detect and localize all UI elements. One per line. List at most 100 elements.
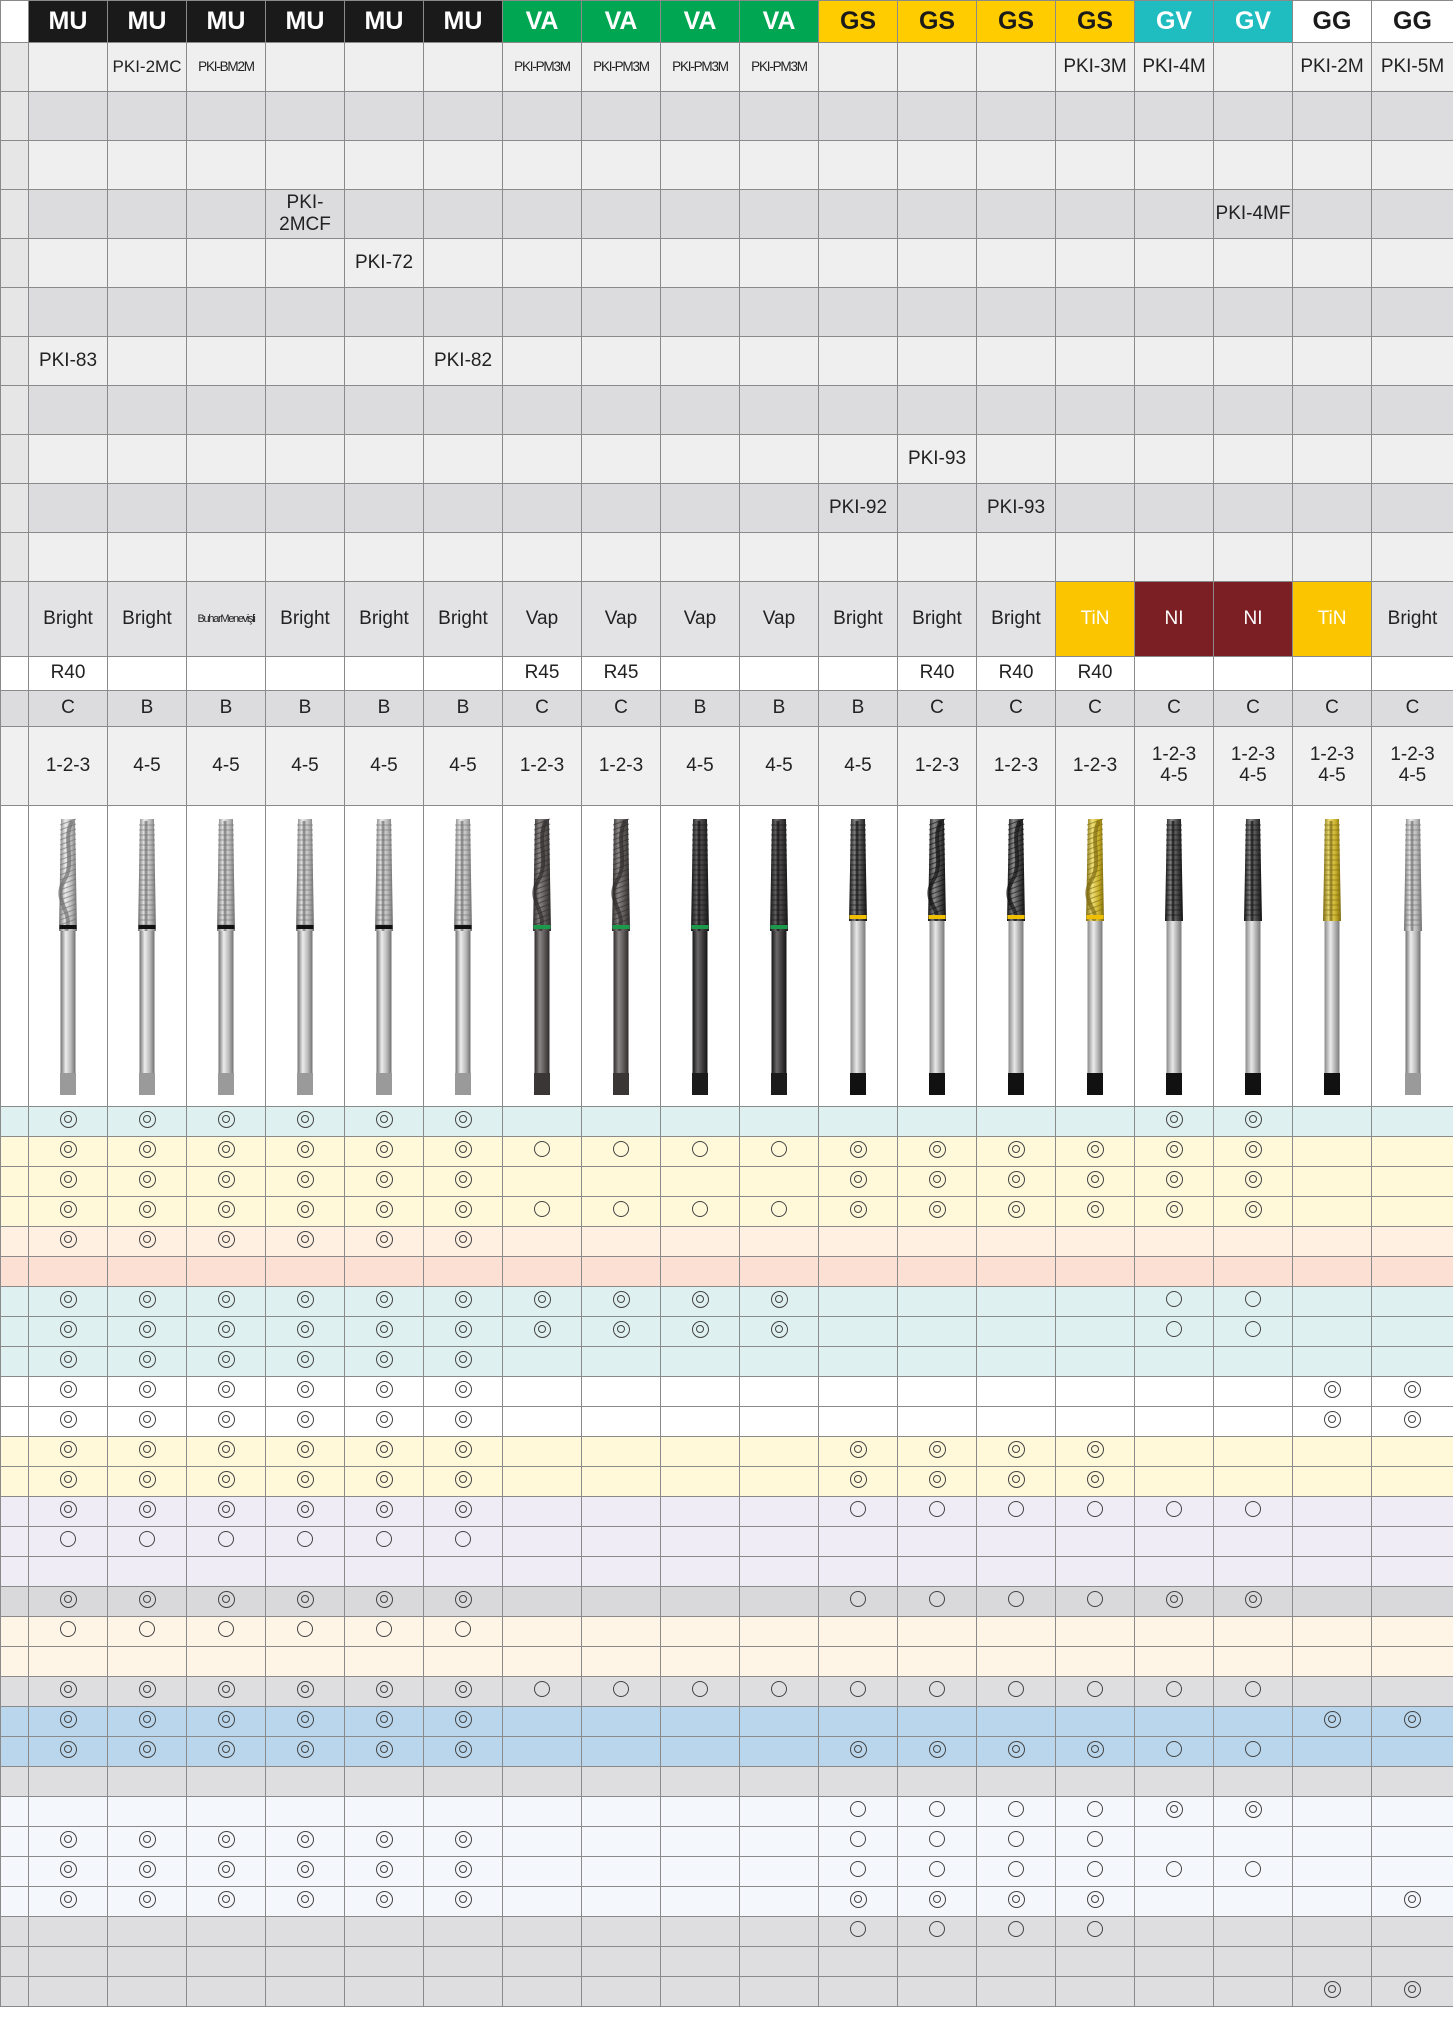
coating-cell: BuharMenevişli: [186, 581, 266, 657]
suitability-cell: [344, 1856, 424, 1887]
product-code-cell: [423, 532, 503, 582]
suitability-cell: [739, 1526, 819, 1557]
double-circle-icon: [296, 1470, 314, 1488]
circle-icon: [1166, 1861, 1182, 1878]
double-circle-icon: [928, 1140, 946, 1158]
product-code-cell: [581, 336, 661, 386]
circle-icon: [1245, 1741, 1261, 1758]
suitability-cell: [1213, 1376, 1293, 1407]
product-code-cell: [1055, 483, 1135, 533]
product-code-cell: [581, 238, 661, 288]
suitability-cell: [423, 1106, 503, 1137]
material-suitability-row: [0, 1766, 1453, 1797]
spiral-point-tap-icon: [849, 819, 867, 1095]
row-stub: [0, 1586, 29, 1617]
suitability-cell: [818, 1496, 898, 1527]
suitability-cell: [423, 1496, 503, 1527]
suitability-cell: [1213, 1586, 1293, 1617]
suitability-cell: [1213, 1526, 1293, 1557]
coating-cell: NI: [1134, 581, 1214, 657]
suitability-cell: [1134, 1346, 1214, 1377]
product-code-cell: PKI-4MF: [1213, 189, 1293, 239]
suitability-cell: [344, 1526, 424, 1557]
thread-length-cell: 1-2-3: [1055, 726, 1135, 806]
double-circle-icon: [59, 1440, 77, 1458]
double-circle-icon: [1404, 1380, 1421, 1398]
group-header-va: VA: [502, 0, 582, 43]
suitability-cell: [1055, 1736, 1135, 1767]
suitability-cell: [344, 1106, 424, 1137]
double-circle-icon: [59, 1110, 77, 1128]
circle-icon: [1087, 1861, 1103, 1878]
suitability-cell: [107, 1286, 187, 1317]
product-code-cell: [265, 532, 345, 582]
suitability-cell: [739, 1256, 819, 1287]
chamfer-cell: B: [107, 690, 187, 727]
row-stub: [0, 1466, 29, 1497]
coating-cell: Bright: [897, 581, 977, 657]
suitability-cell: [581, 1856, 661, 1887]
suitability-cell: [1055, 1466, 1135, 1497]
suitability-cell: [265, 1436, 345, 1467]
double-circle-icon: [138, 1740, 156, 1758]
helix-angle-cell: [660, 656, 740, 691]
suitability-cell: [423, 1616, 503, 1647]
product-code-cell: [265, 140, 345, 190]
double-circle-icon: [454, 1710, 472, 1728]
suitability-cell: [1371, 1466, 1453, 1497]
row-stub: [0, 1976, 29, 2007]
suitability-cell: [28, 1406, 108, 1437]
double-circle-icon: [296, 1170, 314, 1188]
product-code-cell: [502, 189, 582, 239]
product-code-cell: [344, 287, 424, 337]
suitability-cell: [897, 1736, 977, 1767]
suitability-cell: [1134, 1256, 1214, 1287]
double-circle-icon: [296, 1590, 314, 1608]
suitability-cell: [502, 1256, 582, 1287]
suitability-cell: [1213, 1316, 1293, 1347]
suitability-cell: [423, 1346, 503, 1377]
suitability-cell: [1292, 1916, 1372, 1947]
product-code-cell: [1055, 385, 1135, 435]
suitability-cell: [1213, 1646, 1293, 1677]
thread-length-cell: 4-5: [818, 726, 898, 806]
row-stub: [0, 1286, 29, 1317]
suitability-cell: [976, 1976, 1056, 2007]
double-circle-icon: [1323, 1710, 1341, 1728]
suitability-cell: [502, 1826, 582, 1857]
circle-icon: [218, 1621, 234, 1638]
circle-icon: [1008, 1831, 1024, 1848]
suitability-cell: [1213, 1226, 1293, 1257]
double-circle-icon: [1244, 1110, 1262, 1128]
suitability-cell: [423, 1526, 503, 1557]
suitability-cell: [897, 1706, 977, 1737]
row-stub: [0, 1526, 29, 1557]
suitability-cell: [502, 1916, 582, 1947]
suitability-cell: [1055, 1226, 1135, 1257]
product-code-cell: [1292, 434, 1372, 484]
double-circle-icon: [59, 1860, 77, 1878]
suitability-cell: [818, 1826, 898, 1857]
suitability-cell: [423, 1556, 503, 1587]
product-code-cell: [28, 385, 108, 435]
suitability-cell: [186, 1166, 266, 1197]
suitability-cell: [818, 1736, 898, 1767]
coating-cell: TiN: [1292, 581, 1372, 657]
suitability-cell: [976, 1646, 1056, 1677]
suitability-cell: [423, 1886, 503, 1917]
suitability-cell: [1371, 1226, 1453, 1257]
circle-icon: [534, 1201, 550, 1218]
double-circle-icon: [217, 1470, 235, 1488]
product-code-cell: [1371, 483, 1453, 533]
double-circle-icon: [533, 1290, 551, 1308]
suitability-cell: [581, 1376, 661, 1407]
thread-length-row: 1-2-3 4-5 4-5 4-5 4-5 4-5 1-2-3 1-2-3 4-5 4-5 4-5 1…: [0, 726, 1453, 806]
suitability-cell: [818, 1586, 898, 1617]
double-circle-icon: [138, 1380, 156, 1398]
suitability-cell: [28, 1946, 108, 1977]
suitability-cell: [1213, 1136, 1293, 1167]
row-stub: [0, 1916, 29, 1947]
suitability-cell: [186, 1946, 266, 1977]
product-code-cell: [423, 189, 503, 239]
coating-cell: Bright: [1371, 581, 1453, 657]
